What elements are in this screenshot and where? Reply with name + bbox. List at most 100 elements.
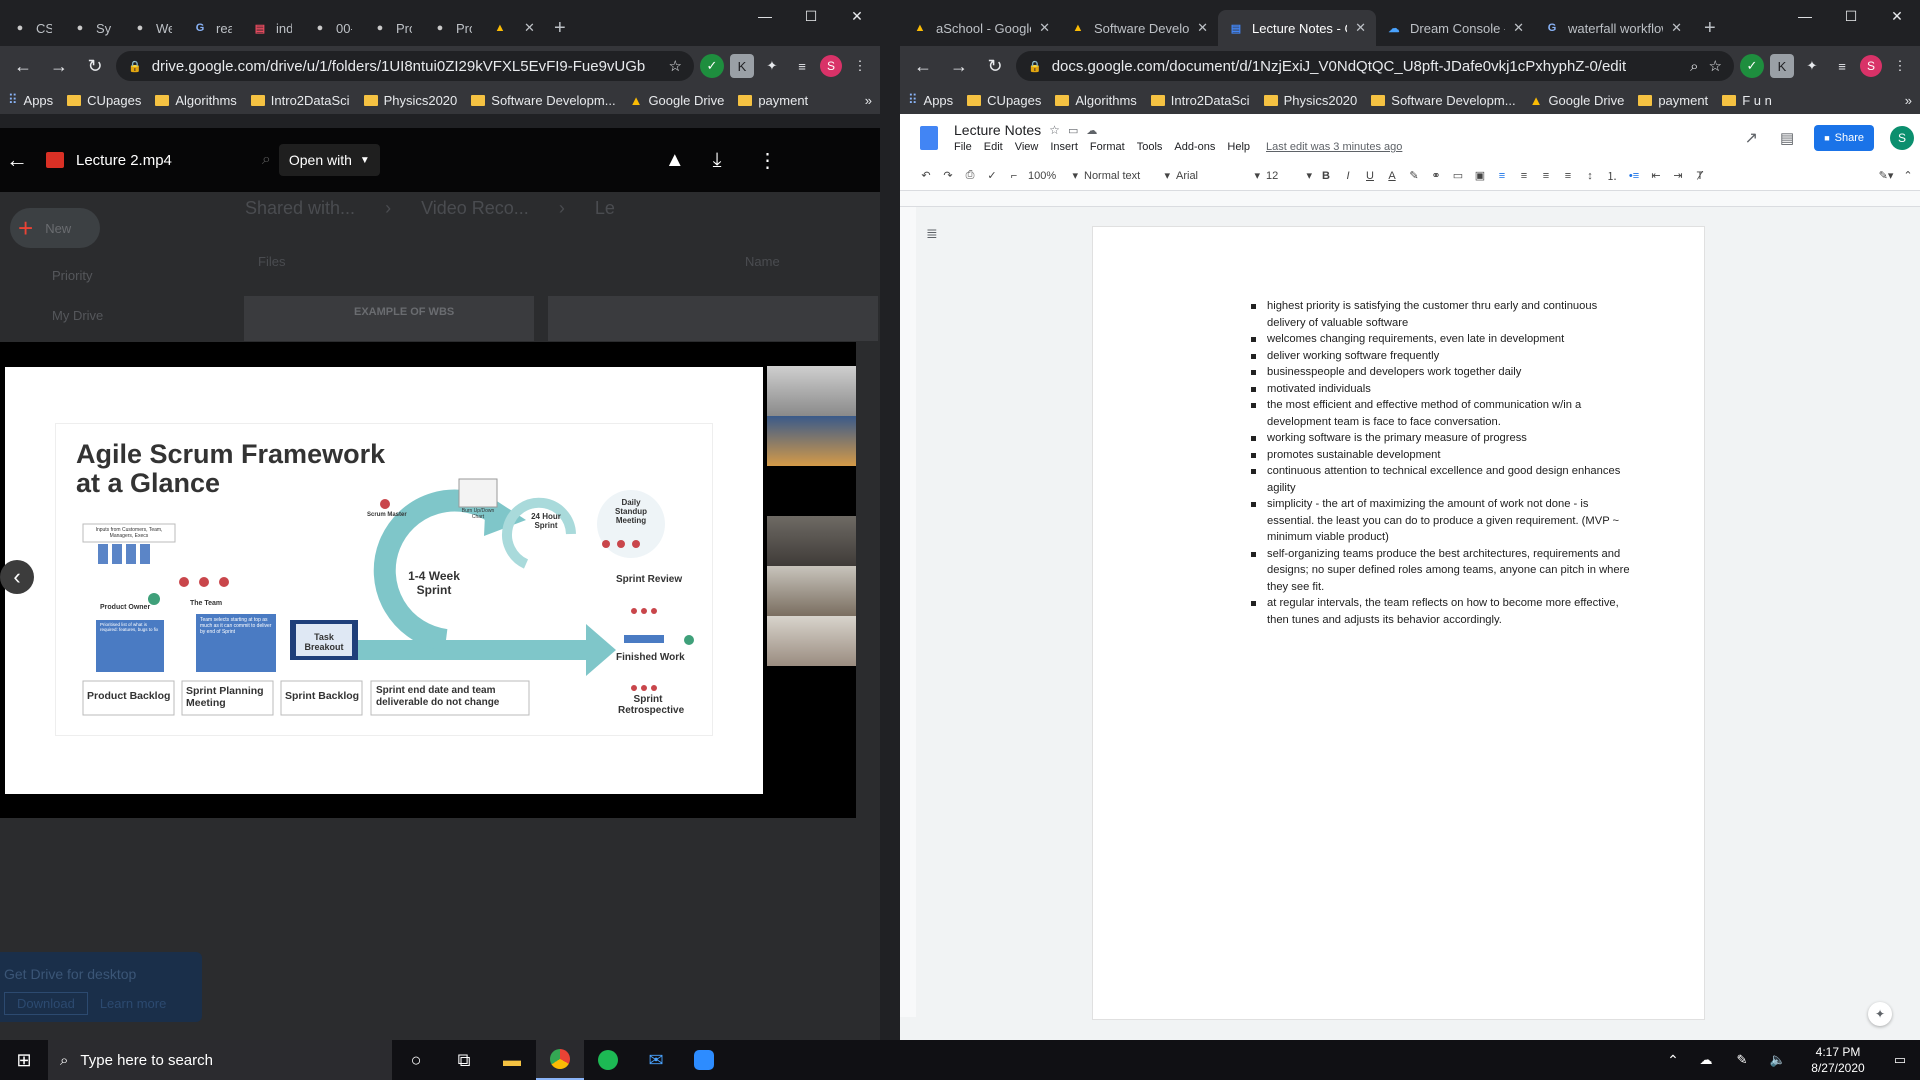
download-button[interactable]: Download: [4, 992, 88, 1015]
drive-nav-mydrive[interactable]: My Drive: [20, 308, 103, 323]
new-button[interactable]: + New: [10, 208, 100, 248]
list-item[interactable]: at regular intervals, the team reflects …: [1250, 595, 1630, 628]
font-size-select[interactable]: 12 ▾: [1266, 165, 1312, 187]
menu-addons[interactable]: Add-ons: [1174, 141, 1215, 153]
back-icon[interactable]: ←: [8, 51, 38, 81]
bookmark-item[interactable]: payment: [1638, 93, 1708, 108]
close-viewer-icon[interactable]: ←: [2, 145, 32, 175]
extension-grammar-icon[interactable]: K: [730, 54, 754, 78]
windows-start-icon[interactable]: ⊞: [0, 1040, 48, 1080]
download-icon[interactable]: ⤓: [713, 149, 722, 172]
tab-6[interactable]: ● 00-int: [302, 10, 362, 46]
bookmark-item[interactable]: ▲ Google Drive: [630, 93, 725, 108]
list-item[interactable]: simplicity - the art of maximizing the a…: [1250, 496, 1630, 546]
onedrive-icon[interactable]: ☁: [1688, 1052, 1724, 1068]
menu-help[interactable]: Help: [1227, 141, 1250, 153]
show-hidden-icons-icon[interactable]: ⌃: [1658, 1052, 1688, 1069]
bookmark-item[interactable]: F u n: [1722, 93, 1772, 108]
list-item[interactable]: deliver working software frequently: [1250, 348, 1630, 365]
chrome-icon[interactable]: [536, 1040, 584, 1080]
media-queue-icon[interactable]: ≡: [790, 54, 814, 78]
close-tab-icon[interactable]: ✕: [1513, 20, 1524, 36]
cloud-status-icon[interactable]: ☁: [1086, 124, 1097, 137]
more-options-icon[interactable]: ⋮: [757, 148, 777, 173]
bookmark-item[interactable]: Algorithms: [1055, 93, 1137, 108]
extension-grammar-icon[interactable]: K: [1770, 54, 1794, 78]
previous-icon[interactable]: ‹: [0, 560, 34, 594]
bookmark-item[interactable]: ▲ Google Drive: [1530, 93, 1625, 108]
clear-format-icon[interactable]: Ⱦ: [1692, 165, 1708, 187]
bold-icon[interactable]: B: [1318, 165, 1334, 187]
close-tab-icon[interactable]: ✕: [524, 20, 535, 36]
cortana-icon[interactable]: ○: [392, 1040, 440, 1080]
new-tab-button[interactable]: +: [542, 10, 578, 46]
tab-3[interactable]: ▤ Lecture Notes - G ✕: [1218, 10, 1376, 46]
tab-2[interactable]: ● Syllab: [62, 10, 122, 46]
reload-icon[interactable]: ↻: [980, 51, 1010, 81]
move-folder-icon[interactable]: ▭: [1068, 124, 1078, 137]
bookmark-item[interactable]: Intro2DataSci: [250, 93, 350, 108]
bookmark-item[interactable]: CUpages: [967, 93, 1041, 108]
document-title[interactable]: Lecture Notes: [954, 122, 1041, 138]
volume-icon[interactable]: 🔈: [1760, 1052, 1796, 1068]
extension-check-icon[interactable]: ✓: [1740, 54, 1764, 78]
list-item[interactable]: working software is the primary measure …: [1250, 430, 1630, 447]
tab-5[interactable]: ▤ induc: [242, 10, 302, 46]
editing-mode-icon[interactable]: ✎▾: [1878, 165, 1894, 187]
name-sort-label[interactable]: Name: [745, 254, 780, 269]
indent-increase-icon[interactable]: ⇥: [1670, 165, 1686, 187]
mail-icon[interactable]: ✉: [632, 1040, 680, 1080]
list-item[interactable]: self-organizing teams produce the best a…: [1250, 546, 1630, 596]
tab-1[interactable]: ▲ aSchool - Google ✕: [902, 10, 1060, 46]
close-tab-icon[interactable]: ✕: [1197, 20, 1208, 36]
list-item[interactable]: highest priority is satisfying the custo…: [1250, 298, 1630, 331]
tab-8[interactable]: ● Prof N: [422, 10, 482, 46]
menu-tools[interactable]: Tools: [1137, 141, 1163, 153]
align-left-icon[interactable]: ≡: [1494, 165, 1510, 187]
line-spacing-icon[interactable]: ↕: [1582, 165, 1598, 187]
align-center-icon[interactable]: ≡: [1516, 165, 1532, 187]
star-icon[interactable]: ☆: [1049, 123, 1060, 137]
account-avatar[interactable]: S: [1890, 125, 1914, 150]
menu-file[interactable]: File: [954, 141, 972, 153]
zoom-app-icon[interactable]: [680, 1040, 728, 1080]
tab-4[interactable]: ☁ Dream Console - ✕: [1376, 10, 1534, 46]
add-to-drive-icon[interactable]: ▲: [665, 149, 685, 172]
tab-9[interactable]: ▲ ✕: [482, 10, 542, 46]
tab-3[interactable]: ● Week: [122, 10, 182, 46]
media-queue-icon[interactable]: ≡: [1830, 54, 1854, 78]
breadcrumb-item[interactable]: Shared with...: [245, 198, 355, 219]
outline-icon[interactable]: ≣: [926, 225, 938, 242]
bookmark-item[interactable]: ⠿ Apps: [908, 92, 953, 108]
numbered-list-icon[interactable]: ⒈: [1604, 165, 1620, 187]
bookmark-item[interactable]: Algorithms: [155, 93, 237, 108]
clock[interactable]: 4:17 PM 8/27/2020: [1796, 1044, 1880, 1076]
breadcrumb-item[interactable]: Le: [595, 198, 615, 219]
bookmarks-more-icon[interactable]: »: [1905, 93, 1912, 108]
comment-add-icon[interactable]: ▭: [1450, 165, 1466, 187]
align-justify-icon[interactable]: ≡: [1560, 165, 1576, 187]
profile-avatar[interactable]: S: [1860, 55, 1882, 77]
highlight-icon[interactable]: ✎: [1406, 165, 1422, 187]
new-tab-button[interactable]: +: [1692, 10, 1728, 46]
menu-view[interactable]: View: [1015, 141, 1039, 153]
text-color-icon[interactable]: A: [1384, 165, 1400, 187]
close-tab-icon[interactable]: ✕: [1355, 20, 1366, 36]
menu-kebab-icon[interactable]: ⋮: [848, 54, 872, 78]
maximize-button[interactable]: ☐: [788, 0, 834, 32]
spotify-icon[interactable]: [584, 1040, 632, 1080]
search-icon[interactable]: ⌕: [1690, 58, 1698, 75]
spellcheck-icon[interactable]: ✓: [984, 165, 1000, 187]
bookmark-item[interactable]: Intro2DataSci: [1150, 93, 1250, 108]
underline-icon[interactable]: U: [1362, 165, 1378, 187]
forward-icon[interactable]: →: [44, 51, 74, 81]
file-card[interactable]: [548, 296, 878, 341]
list-item[interactable]: motivated individuals: [1250, 381, 1630, 398]
pen-icon[interactable]: ✎: [1724, 1052, 1760, 1068]
task-view-icon[interactable]: ⧉: [440, 1040, 488, 1080]
bookmark-item[interactable]: ⠿ Apps: [8, 92, 53, 108]
list-item[interactable]: continuous attention to technical excell…: [1250, 463, 1630, 496]
reload-icon[interactable]: ↻: [80, 51, 110, 81]
bookmark-item[interactable]: CUpages: [67, 93, 141, 108]
tab-7[interactable]: ● Proofi: [362, 10, 422, 46]
